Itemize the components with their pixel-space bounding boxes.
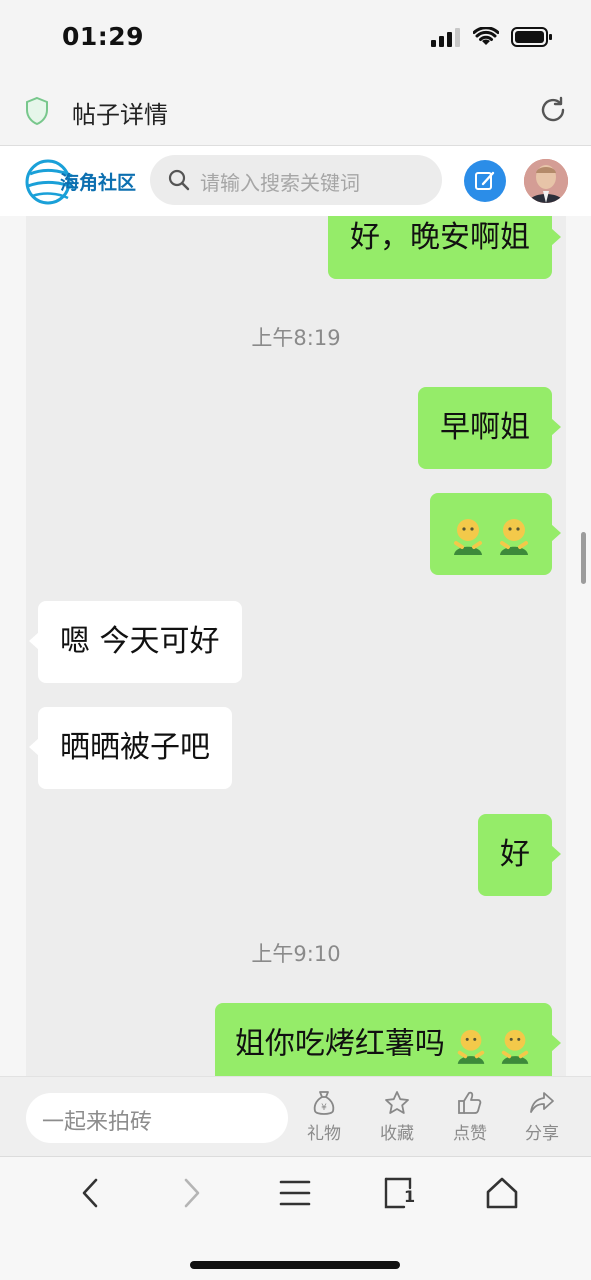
comment-placeholder: 一起来拍砖 bbox=[42, 1110, 153, 1135]
logo-text: 海角社区 bbox=[60, 172, 137, 194]
like-button[interactable]: 点赞 bbox=[440, 1089, 500, 1144]
back-icon bbox=[82, 1178, 98, 1208]
shield-icon bbox=[26, 96, 48, 126]
back-button[interactable] bbox=[66, 1173, 114, 1213]
share-button[interactable]: 分享 bbox=[512, 1089, 572, 1144]
site-header: 海角社区 请输入搜索关键词 bbox=[0, 146, 591, 216]
reload-icon[interactable] bbox=[537, 94, 569, 126]
like-label: 点赞 bbox=[453, 1124, 487, 1144]
search-input[interactable]: 请输入搜索关键词 bbox=[150, 155, 442, 205]
chat-bubble-outgoing: 姐你吃烤红薯吗 bbox=[214, 1003, 562, 1076]
message-text: 姐你吃烤红薯吗 bbox=[234, 1026, 445, 1062]
site-logo[interactable]: 海角社区 bbox=[24, 154, 140, 210]
home-icon bbox=[486, 1177, 518, 1209]
gift-label: 礼物 bbox=[307, 1124, 341, 1144]
chat-bubble-incoming: 嗯 今天可好 bbox=[29, 601, 242, 683]
home-button[interactable] bbox=[478, 1173, 526, 1213]
forward-icon bbox=[184, 1178, 200, 1208]
browser-toolbar: 1 bbox=[0, 1156, 591, 1280]
page-scrollbar[interactable] bbox=[581, 532, 586, 584]
tabs-count: 1 bbox=[404, 1187, 416, 1206]
signal-icon bbox=[431, 28, 460, 47]
chat-timestamp: 上午9:10 bbox=[251, 942, 341, 966]
thumbs-up-icon bbox=[458, 1091, 482, 1114]
chat-bubble-outgoing bbox=[430, 493, 561, 575]
message-text: 好 bbox=[500, 837, 530, 872]
menu-button[interactable] bbox=[271, 1173, 319, 1213]
gift-button[interactable]: ¥ 礼物 bbox=[294, 1089, 354, 1144]
post-button[interactable] bbox=[464, 160, 506, 202]
message-text: 嗯 今天可好 bbox=[60, 624, 220, 659]
message-text: 早啊姐 bbox=[440, 410, 530, 445]
emoji-icon bbox=[501, 1029, 529, 1064]
chat-bubble-outgoing: 好，晚安啊姐 bbox=[328, 216, 561, 279]
browser-title-bar: 帖子详情 bbox=[0, 78, 591, 146]
avatar[interactable] bbox=[524, 159, 568, 203]
message-text: 晒晒被子吧 bbox=[60, 730, 210, 765]
comment-input[interactable]: 一起来拍砖 bbox=[26, 1093, 288, 1143]
search-icon bbox=[168, 169, 190, 191]
home-indicator[interactable] bbox=[190, 1261, 400, 1269]
chat-bubble-outgoing: 早啊姐 bbox=[418, 387, 561, 469]
money-bag-icon: ¥ bbox=[313, 1091, 335, 1115]
wifi-icon bbox=[473, 27, 499, 45]
share-label: 分享 bbox=[525, 1124, 559, 1144]
emoji-icon bbox=[454, 518, 483, 555]
chat-bubble-outgoing: 好 bbox=[478, 814, 561, 896]
menu-icon bbox=[279, 1180, 311, 1206]
emoji-icon bbox=[500, 518, 528, 555]
edit-icon bbox=[475, 171, 495, 190]
tabs-button[interactable]: 1 bbox=[376, 1173, 424, 1213]
status-time: 01:29 bbox=[62, 22, 145, 51]
favorite-label: 收藏 bbox=[380, 1124, 414, 1144]
search-placeholder: 请输入搜索关键词 bbox=[200, 171, 360, 195]
chat-screenshot: 好，晚安啊姐 上午8:19 早啊姐 嗯 今天可好 晒晒被子吧 好 上午9:10 … bbox=[26, 216, 566, 1076]
page-title: 帖子详情 bbox=[72, 101, 168, 129]
battery-icon bbox=[511, 27, 552, 47]
emoji-icon bbox=[458, 1029, 485, 1064]
status-icons bbox=[431, 26, 553, 48]
star-icon bbox=[385, 1091, 409, 1114]
avatar-image bbox=[524, 159, 568, 203]
chat-bubble-incoming: 晒晒被子吧 bbox=[29, 707, 232, 789]
chat-timestamp: 上午8:19 bbox=[251, 326, 341, 350]
forward-button[interactable] bbox=[168, 1173, 216, 1213]
favorite-button[interactable]: 收藏 bbox=[367, 1089, 427, 1144]
message-text: 好，晚安啊姐 bbox=[350, 220, 530, 255]
share-arrow-icon bbox=[530, 1092, 554, 1113]
svg-text:¥: ¥ bbox=[321, 1103, 327, 1113]
post-action-bar: 一起来拍砖 ¥ 礼物 收藏 点赞 分享 bbox=[0, 1076, 591, 1156]
status-bar: 01:29 bbox=[0, 0, 591, 78]
